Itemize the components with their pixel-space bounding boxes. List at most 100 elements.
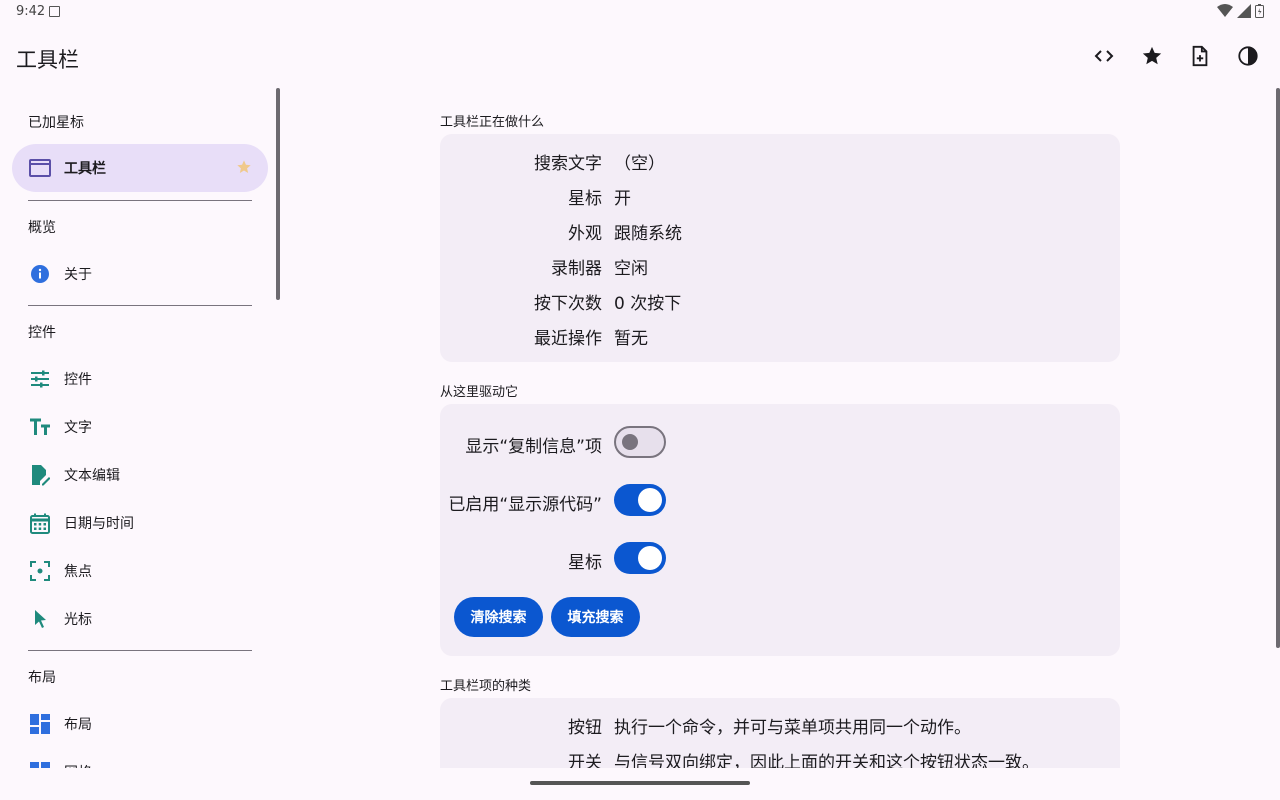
content-scrollbar[interactable] bbox=[1276, 88, 1280, 648]
drive-group-title: 从这里驱动它 bbox=[440, 385, 519, 400]
status-key: 外观 bbox=[568, 224, 602, 244]
status-row: 最近操作 暂无 bbox=[440, 324, 1120, 349]
info-icon bbox=[28, 262, 52, 286]
kinds-value: 与信号双向绑定，因此上面的开关和这个按钮状态一致。 bbox=[614, 753, 1039, 768]
gesture-handle[interactable] bbox=[530, 781, 750, 785]
status-value: 跟随系统 bbox=[614, 224, 682, 244]
fill-search-button[interactable]: 填充搜索 bbox=[551, 597, 640, 637]
sidebar-item-label: 光标 bbox=[64, 612, 92, 628]
page-title: 工具栏 bbox=[16, 48, 79, 72]
divider bbox=[28, 650, 252, 651]
switch-knob bbox=[638, 488, 662, 512]
sidebar-item-grid[interactable]: 网格 bbox=[12, 748, 268, 768]
status-row: 搜索文字 （空） bbox=[440, 149, 1120, 174]
sidebar-item-label: 网格 bbox=[64, 762, 92, 768]
status-key: 录制器 bbox=[551, 259, 602, 279]
system-icons bbox=[1217, 4, 1264, 18]
show-source-switch[interactable] bbox=[614, 484, 666, 516]
new-document-button[interactable] bbox=[1176, 32, 1224, 80]
kinds-group-title: 工具栏项的种类 bbox=[440, 679, 532, 694]
status-value: 0 次按下 bbox=[614, 294, 682, 314]
status-group-title: 工具栏正在做什么 bbox=[440, 115, 545, 130]
focus-icon bbox=[28, 559, 52, 583]
copy-info-switch[interactable] bbox=[614, 426, 666, 458]
status-bar: 9:42 bbox=[0, 0, 1280, 24]
divider bbox=[28, 200, 252, 201]
sidebar-item-date-time[interactable]: 日期与时间 bbox=[12, 499, 268, 547]
kinds-value: 执行一个命令，并可与菜单项共用同一个动作。 bbox=[614, 718, 971, 738]
sidebar-item-label: 文本编辑 bbox=[64, 468, 120, 484]
section-title-starred: 已加星标 bbox=[28, 115, 84, 131]
section-title-overview: 概览 bbox=[28, 220, 56, 236]
sidebar-item-label: 焦点 bbox=[64, 564, 92, 580]
sidebar-item-cursor[interactable]: 光标 bbox=[12, 595, 268, 643]
sidebar-item-label: 关于 bbox=[64, 267, 92, 283]
toggle-row-copy-info: 显示“复制信息”项 bbox=[440, 426, 1120, 460]
sidebar-item-text[interactable]: 文字 bbox=[12, 403, 268, 451]
starred-icon bbox=[236, 159, 252, 179]
switch-knob bbox=[622, 434, 638, 450]
tune-icon bbox=[28, 367, 52, 391]
show-source-button[interactable] bbox=[1080, 32, 1128, 80]
top-app-bar: 工具栏 bbox=[0, 24, 1280, 88]
edit-note-icon bbox=[28, 463, 52, 487]
appearance-button[interactable] bbox=[1224, 32, 1272, 80]
switch-knob bbox=[638, 546, 662, 570]
code-icon bbox=[1094, 50, 1114, 62]
status-row: 按下次数 0 次按下 bbox=[440, 289, 1120, 314]
main-content: 工具栏正在做什么 搜索文字 （空） 星标开 外观 跟随系统 录制器 空闲 按下次数 0 … bbox=[440, 88, 1120, 768]
cursor-icon bbox=[28, 607, 52, 631]
sidebar-item-toolbar[interactable]: 工具栏 bbox=[12, 144, 268, 192]
star-button[interactable] bbox=[1128, 32, 1176, 80]
screenshot-icon bbox=[49, 6, 60, 17]
star-switch[interactable] bbox=[614, 542, 666, 574]
text-fields-icon bbox=[28, 415, 52, 439]
navigation-sidebar: 已加星标 工具栏 概览 关于 控件 控件 文字 文本编辑 日期与时间 焦点 光标… bbox=[0, 88, 280, 768]
sidebar-item-text-edit[interactable]: 文本编辑 bbox=[12, 451, 268, 499]
status-row: 星标开 bbox=[440, 184, 1120, 209]
kinds-key: 开关 bbox=[568, 753, 602, 768]
sidebar-item-label: 文字 bbox=[64, 420, 92, 436]
sidebar-item-label: 控件 bbox=[64, 372, 92, 388]
sidebar-item-focus[interactable]: 焦点 bbox=[12, 547, 268, 595]
battery-icon bbox=[1255, 4, 1264, 18]
status-key: 星标 bbox=[568, 189, 602, 209]
drive-card: 显示“复制信息”项 已启用“显示源代码” 星标 清除搜索 填充搜索 bbox=[440, 404, 1120, 656]
toggle-label: 星标 bbox=[568, 553, 602, 573]
sidebar-item-label: 日期与时间 bbox=[64, 516, 134, 532]
divider bbox=[28, 305, 252, 306]
sidebar-item-controls[interactable]: 控件 bbox=[12, 355, 268, 403]
dashboard-icon bbox=[28, 712, 52, 736]
status-key: 按下次数 bbox=[534, 294, 602, 314]
sidebar-item-about[interactable]: 关于 bbox=[12, 250, 268, 298]
status-row: 录制器 空闲 bbox=[440, 254, 1120, 279]
sidebar-item-label: 布局 bbox=[64, 717, 92, 733]
toggle-label: 显示“复制信息”项 bbox=[465, 437, 602, 457]
sidebar-scrollbar[interactable] bbox=[276, 88, 280, 300]
status-key: 最近操作 bbox=[534, 329, 602, 349]
status-time: 9:42 bbox=[16, 4, 46, 19]
calendar-icon bbox=[28, 511, 52, 535]
status-row: 外观 跟随系统 bbox=[440, 219, 1120, 244]
sidebar-item-layout[interactable]: 布局 bbox=[12, 700, 268, 748]
toggle-row-show-source: 已启用“显示源代码” bbox=[440, 484, 1120, 518]
sidebar-item-label: 工具栏 bbox=[64, 161, 106, 177]
note-add-icon bbox=[1192, 45, 1208, 67]
kinds-card: 按钮 执行一个命令，并可与菜单项共用同一个动作。 开关 与信号双向绑定，因此上面的开… bbox=[440, 698, 1120, 768]
status-key: 搜索文字 bbox=[534, 154, 602, 174]
grid-icon bbox=[28, 760, 52, 768]
clear-search-button[interactable]: 清除搜索 bbox=[454, 597, 543, 637]
status-value: 空闲 bbox=[614, 259, 648, 279]
toggle-row-star: 星标 bbox=[440, 542, 1120, 576]
kinds-key: 按钮 bbox=[568, 718, 602, 738]
contrast-icon bbox=[1238, 46, 1258, 66]
section-title-layout: 布局 bbox=[28, 670, 56, 686]
status-card: 搜索文字 （空） 星标开 外观 跟随系统 录制器 空闲 按下次数 0 次按下 最近操作暂… bbox=[440, 134, 1120, 362]
status-value: 暂无 bbox=[614, 329, 648, 349]
star-icon bbox=[1142, 46, 1162, 65]
section-title-controls: 控件 bbox=[28, 325, 56, 341]
kinds-row: 按钮 执行一个命令，并可与菜单项共用同一个动作。 bbox=[440, 713, 1120, 738]
signal-icon bbox=[1237, 4, 1251, 18]
window-icon bbox=[28, 156, 52, 180]
status-value: （空） bbox=[614, 154, 665, 174]
